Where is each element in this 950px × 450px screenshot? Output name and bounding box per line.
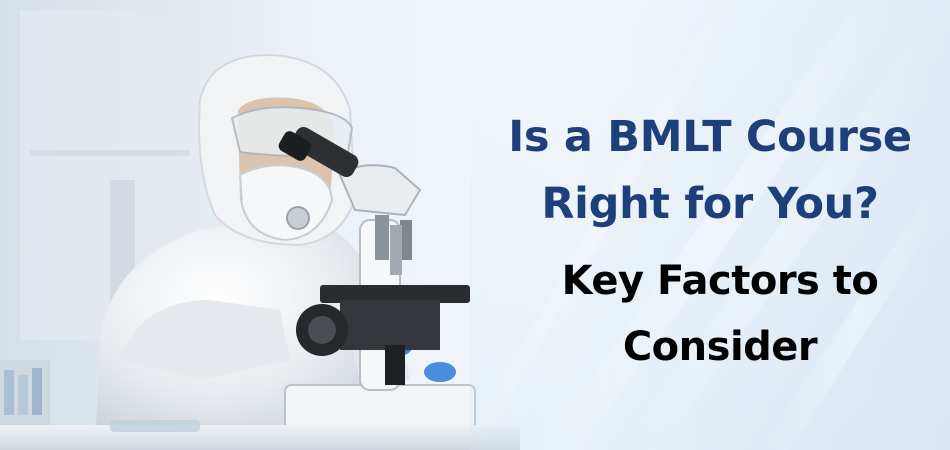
subheadline: Key Factors to Consider [480, 248, 950, 380]
subheadline-line-1: Key Factors to [561, 258, 879, 304]
headline-line-2: Right for You? [541, 179, 879, 229]
subheadline-line-2: Consider [622, 324, 818, 370]
banner: Is a BMLT Course Right for You? Key Fact… [0, 0, 950, 450]
headline: Is a BMLT Course Right for You? [470, 104, 950, 238]
headline-line-1: Is a BMLT Course [508, 112, 912, 162]
